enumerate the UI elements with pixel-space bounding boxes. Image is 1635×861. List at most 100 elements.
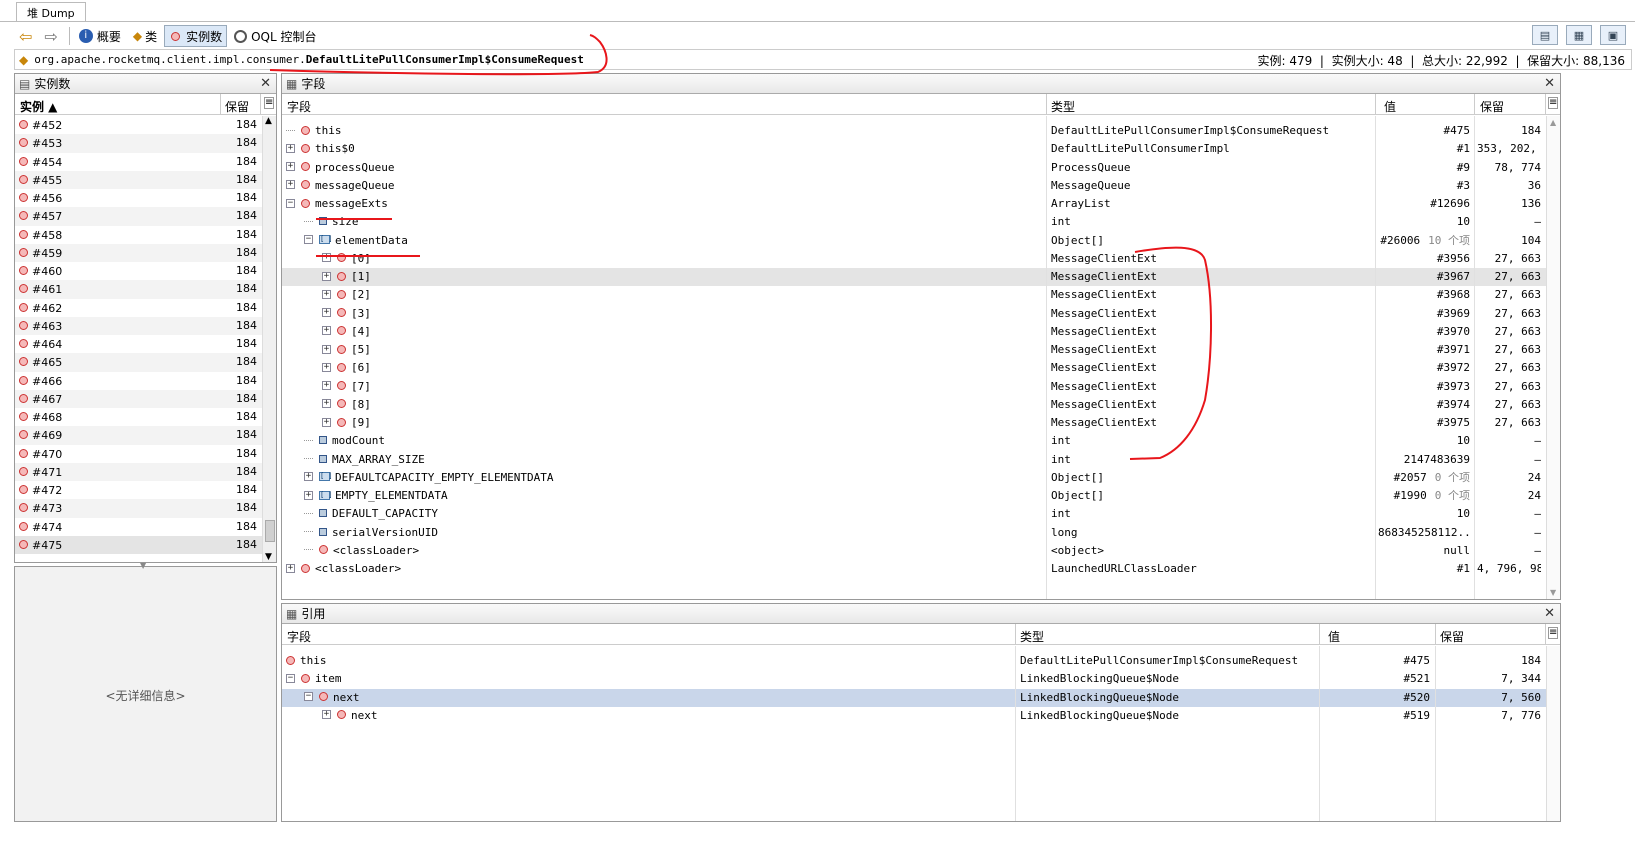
reference-row[interactable]: this DefaultLitePullConsumerImpl$ConsumeR… (282, 652, 1546, 670)
reference-row[interactable]: + next LinkedBlockingQueue$Node #519 7, 776 (282, 707, 1546, 725)
oql-console-button[interactable]: OQL 控制台 (229, 25, 321, 47)
scroll-up-icon[interactable]: ▲ (265, 116, 272, 126)
field-row[interactable]: + [3] MessageClientExt #3969 27, 663 (282, 305, 1546, 323)
instance-row[interactable]: #461 184 (15, 280, 262, 299)
field-row[interactable]: + [0] MessageClientExt #3956 27, 663 (282, 250, 1546, 268)
instance-row[interactable]: #472 184 (15, 481, 262, 499)
field-row[interactable]: + [ ] DEFAULTCAPACITY_EMPTY_ELEMENTDATA Obj… (282, 469, 1546, 487)
field-row[interactable]: DEFAULT_CAPACITY int 10 – (282, 505, 1546, 523)
instances-button[interactable]: 实例数 (164, 25, 228, 47)
layout-view-button[interactable]: ▣ (1600, 25, 1626, 45)
field-row[interactable]: this DefaultLitePullConsumerImpl$ConsumeR… (282, 122, 1546, 140)
expand-icon[interactable]: + (286, 563, 295, 573)
close-icon[interactable]: ✕ (1544, 76, 1555, 91)
splitter-handle[interactable]: ▼ (140, 561, 146, 570)
expand-icon[interactable]: + (322, 289, 331, 299)
field-row[interactable]: MAX_ARRAY_SIZE int 2147483639 – (282, 451, 1546, 469)
collapse-icon[interactable]: − (304, 692, 313, 701)
field-row[interactable]: + [2] MessageClientExt #3968 27, 663 (282, 286, 1546, 304)
field-row[interactable]: + [6] MessageClientExt #3972 27, 663 (282, 359, 1546, 377)
field-row[interactable]: − messageExts ArrayList #12696 136 (282, 195, 1546, 213)
close-icon[interactable]: ✕ (1544, 606, 1555, 621)
instance-row[interactable]: #453 184 (15, 134, 262, 153)
expand-icon[interactable]: + (322, 362, 331, 372)
instances-scrollbar[interactable]: ▲ ▼ (262, 116, 276, 562)
forward-button[interactable]: ⇨ (39, 25, 62, 47)
instance-row[interactable]: #474 184 (15, 518, 262, 536)
field-row[interactable]: modCount int 10 – (282, 432, 1546, 450)
expand-icon[interactable]: + (322, 344, 331, 354)
field-row[interactable]: + [9] MessageClientExt #3975 27, 663 (282, 414, 1546, 432)
collapse-icon[interactable]: − (304, 235, 313, 244)
retained-column-header[interactable]: 保留 (225, 98, 249, 115)
field-row[interactable]: + [ ] EMPTY_ELEMENTDATA Object[] #1990 0 个项 24 (282, 487, 1546, 505)
fields-scrollbar[interactable]: ▲ ▼ (1546, 116, 1560, 599)
instance-row[interactable]: #460 184 (15, 262, 262, 280)
field-row[interactable]: + [1] MessageClientExt #3967 27, 663 (282, 268, 1546, 287)
field-row[interactable]: + [4] MessageClientExt #3970 27, 663 (282, 323, 1546, 341)
instance-row[interactable]: #471 184 (15, 462, 262, 481)
instance-row[interactable]: #475 184 (15, 535, 262, 554)
field-row[interactable]: + messageQueue MessageQueue #3 36 (282, 177, 1546, 195)
retained-column-header[interactable]: 保留 (1480, 98, 1504, 115)
instance-row[interactable]: #473 184 (15, 499, 262, 518)
field-row[interactable]: −[ ] elementData Object[] #26006 10 个项 104 (282, 232, 1546, 250)
expand-icon[interactable]: + (322, 417, 331, 427)
scroll-down-icon[interactable]: ▼ (1550, 588, 1556, 597)
field-row[interactable]: + [5] MessageClientExt #3971 27, 663 (282, 341, 1546, 359)
expand-icon[interactable]: + (322, 326, 331, 336)
expand-icon[interactable]: + (304, 490, 313, 500)
instance-row[interactable]: #458 184 (15, 226, 262, 244)
reference-row[interactable]: − item LinkedBlockingQueue$Node #521 7, 344 (282, 670, 1546, 688)
scroll-thumb[interactable] (265, 520, 275, 542)
scroll-up-icon[interactable]: ▲ (1550, 118, 1556, 127)
value-column-header[interactable]: 值 (1384, 98, 1396, 115)
close-icon[interactable]: ✕ (260, 76, 271, 91)
overview-button[interactable]: i 概要 (74, 25, 126, 47)
refs-view-button[interactable]: ▦ (1566, 25, 1592, 45)
column-chooser-icon[interactable]: ≡ (1548, 627, 1558, 639)
field-column-header[interactable]: 字段 (287, 98, 311, 115)
field-row[interactable]: + [7] MessageClientExt #3973 27, 663 (282, 378, 1546, 396)
column-chooser-icon[interactable]: ≡ (264, 97, 274, 109)
retained-column-header[interactable]: 保留 (1440, 628, 1464, 645)
instance-row[interactable]: #465 184 (15, 353, 262, 372)
instance-row[interactable]: #464 184 (15, 335, 262, 353)
type-column-header[interactable]: 类型 (1020, 628, 1044, 645)
expand-icon[interactable]: + (322, 271, 331, 281)
expand-icon[interactable]: + (322, 710, 331, 720)
back-button[interactable]: ⇦ (14, 25, 37, 47)
references-scrollbar[interactable] (1546, 646, 1560, 821)
fields-view-button[interactable]: ▤ (1532, 25, 1558, 45)
field-row[interactable]: + <classLoader> LaunchedURLClassLoader #1 4,… (282, 560, 1546, 578)
heap-dump-tab[interactable]: 堆 Dump (16, 2, 86, 22)
field-column-header[interactable]: 字段 (287, 628, 311, 645)
instance-row[interactable]: #466 184 (15, 372, 262, 390)
value-column-header[interactable]: 值 (1328, 628, 1340, 645)
expand-icon[interactable]: + (286, 180, 295, 190)
expand-icon[interactable]: + (322, 253, 331, 263)
instance-row[interactable]: #459 184 (15, 243, 262, 262)
type-column-header[interactable]: 类型 (1051, 98, 1075, 115)
field-row[interactable]: + this$0 DefaultLitePullConsumerImpl #1 353,… (282, 140, 1546, 158)
field-row[interactable]: size int 10 – (282, 213, 1546, 231)
instance-column-header[interactable]: 实例 ▲ (20, 98, 57, 115)
expand-icon[interactable]: + (286, 162, 295, 171)
instance-row[interactable]: #454 184 (15, 153, 262, 171)
instance-row[interactable]: #455 184 (15, 170, 262, 189)
classes-button[interactable]: ◆ 类 (128, 25, 162, 47)
instance-row[interactable]: #456 184 (15, 189, 262, 207)
expand-icon[interactable]: + (322, 308, 331, 317)
instance-row[interactable]: #462 184 (15, 299, 262, 317)
collapse-icon[interactable]: − (286, 673, 295, 683)
field-row[interactable]: serialVersionUID long 868345258112... – (282, 524, 1546, 542)
reference-row[interactable]: − next LinkedBlockingQueue$Node #520 7, 560 (282, 688, 1546, 707)
expand-icon[interactable]: + (286, 143, 295, 153)
instance-row[interactable]: #452 184 (15, 116, 262, 134)
instance-row[interactable]: #468 184 (15, 408, 262, 426)
instance-row[interactable]: #457 184 (15, 207, 262, 226)
scroll-down-icon[interactable]: ▼ (265, 552, 272, 562)
field-row[interactable]: + processQueue ProcessQueue #9 78, 774 (282, 159, 1546, 177)
instance-row[interactable]: #463 184 (15, 316, 262, 335)
instance-row[interactable]: #469 184 (15, 426, 262, 445)
